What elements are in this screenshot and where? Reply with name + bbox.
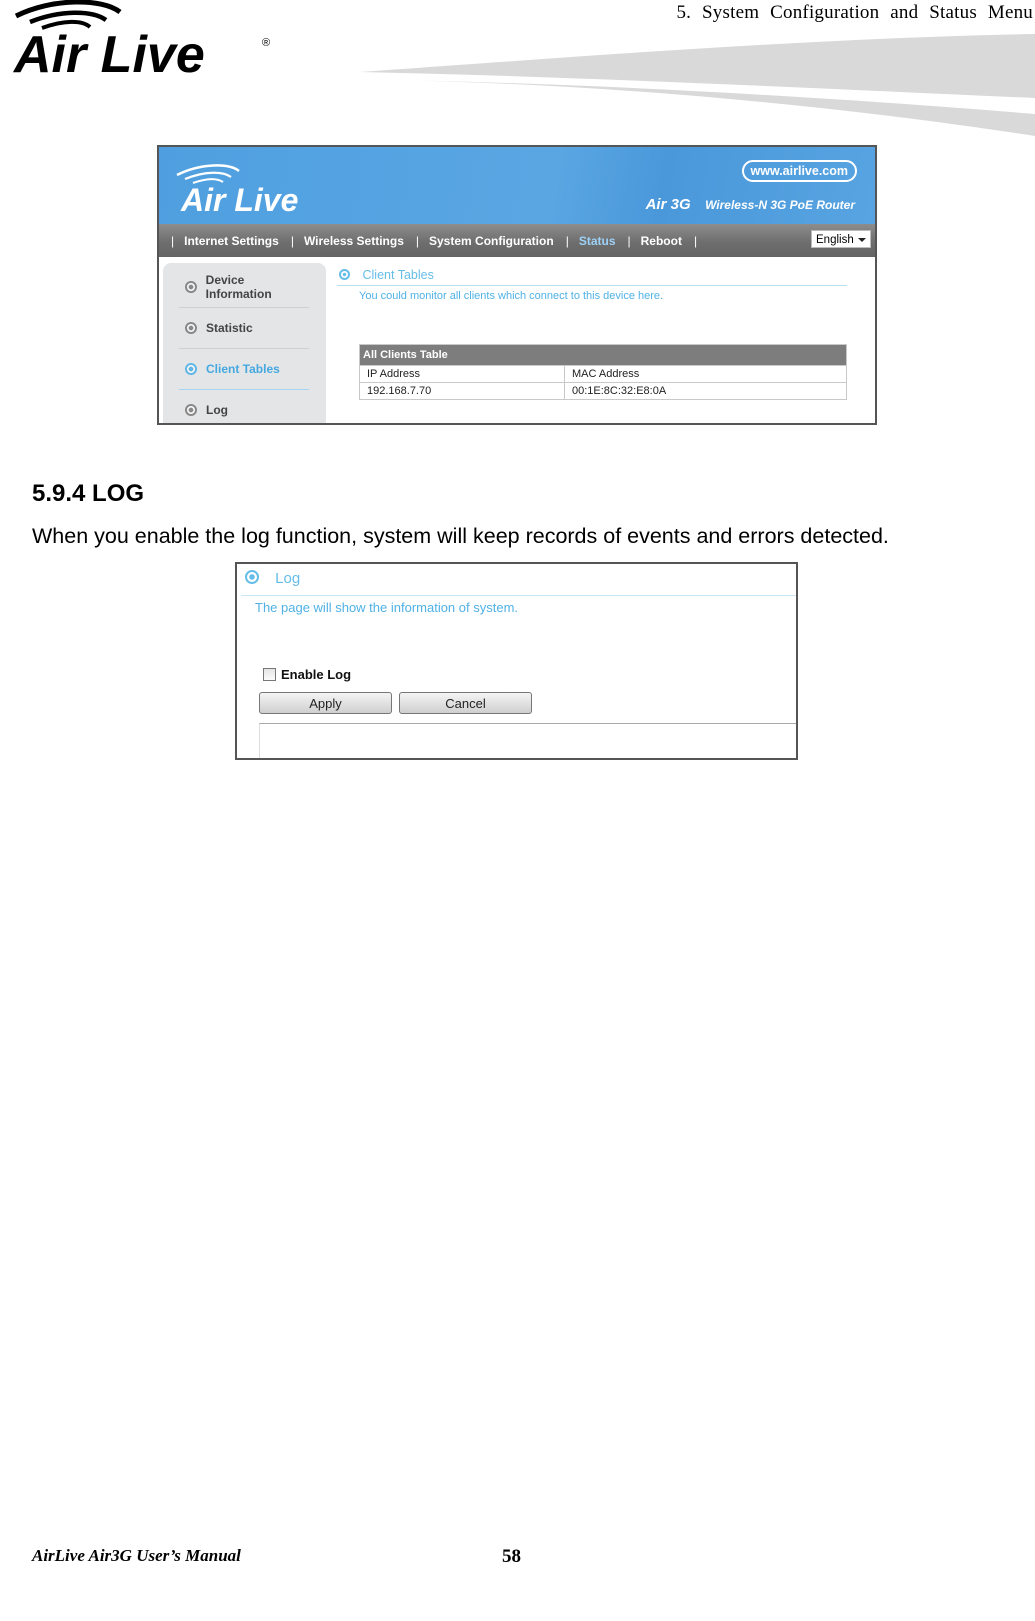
router-banner: Air Live www.airlive.com Air 3G Wireless…	[159, 147, 875, 224]
footer-manual-title: AirLive Air3G User’s Manual	[32, 1546, 241, 1565]
language-select[interactable]: English	[811, 230, 871, 248]
chevron-down-icon	[858, 238, 866, 242]
log-title: Log	[241, 567, 796, 596]
svg-text:®: ®	[262, 37, 270, 49]
model-name: Air 3G	[645, 196, 691, 213]
apply-button[interactable]: Apply	[259, 692, 392, 714]
log-output-area	[259, 723, 796, 758]
cell-mac-address: 00:1E:8C:32:E8:0A	[564, 382, 847, 400]
cell-ip-address: 192.168.7.70	[359, 382, 565, 400]
model-label: Air 3G Wireless-N 3G PoE Router	[646, 196, 855, 214]
sidebar-item-label: Log	[206, 403, 228, 417]
website-link[interactable]: www.airlive.com	[741, 160, 857, 182]
airlive-logo: Air Live ®	[12, 0, 282, 80]
router-logo-text: Air Live	[180, 182, 298, 215]
log-ui-screenshot: Log The page will show the information o…	[235, 562, 798, 760]
nav-separator: |	[171, 233, 175, 248]
router-logo-graphic: Air Live	[176, 164, 298, 218]
all-clients-table: All Clients Table IP Address MAC Address…	[359, 344, 847, 400]
sidebar-item-client-tables[interactable]: Client Tables	[179, 349, 309, 390]
enable-log-label: Enable Log	[281, 667, 352, 682]
enable-log-row: Enable Log	[263, 667, 351, 682]
content-description: You could monitor all clients which conn…	[359, 290, 664, 302]
enable-log-checkbox[interactable]	[263, 668, 276, 681]
column-header-mac: MAC Address	[564, 365, 847, 383]
target-ring-icon	[185, 281, 197, 293]
nav-separator: |	[693, 233, 698, 248]
column-header-ip: IP Address	[359, 365, 565, 383]
section-body: When you enable the log function, system…	[32, 524, 889, 548]
section-heading: 5.9.4 LOG	[32, 480, 145, 507]
sidebar-item-statistic[interactable]: Statistic	[179, 308, 309, 349]
sidebar-item-label: Device Information	[205, 273, 272, 301]
chapter-title: 5. System Configuration and Status Menu	[676, 2, 1033, 23]
content-title-text: Client Tables	[362, 268, 434, 282]
router-ui-screenshot: Air Live www.airlive.com Air 3G Wireless…	[157, 145, 877, 425]
router-sidebar: Device Information Statistic Client Tabl…	[163, 263, 326, 423]
target-ring-icon	[339, 269, 350, 280]
table-row: 192.168.7.70 00:1E:8C:32:E8:0A	[359, 382, 847, 400]
cancel-button[interactable]: Cancel	[399, 692, 532, 714]
header-swoosh-decoration	[360, 34, 1035, 136]
table-caption: All Clients Table	[359, 344, 847, 366]
nav-wireless-settings[interactable]: Wireless Settings	[304, 234, 404, 248]
model-description: Wireless-N 3G PoE Router	[705, 198, 855, 212]
sidebar-item-label: Client Tables	[206, 362, 280, 376]
nav-status[interactable]: Status	[579, 234, 616, 248]
table-header-row: IP Address MAC Address	[359, 365, 847, 383]
nav-separator: |	[415, 233, 419, 248]
nav-separator: |	[290, 233, 294, 248]
page-number: 58	[502, 1546, 521, 1567]
log-title-text: Log	[275, 570, 301, 587]
sidebar-item-device-information[interactable]: Device Information	[179, 267, 309, 308]
content-title: Client Tables	[337, 265, 847, 286]
target-ring-icon	[245, 570, 259, 584]
target-ring-icon	[185, 322, 197, 334]
target-ring-icon	[185, 363, 197, 375]
router-top-nav: | Internet Settings | Wireless Settings …	[159, 224, 875, 257]
nav-system-configuration[interactable]: System Configuration	[429, 234, 554, 248]
router-logo: Air Live	[173, 163, 343, 220]
nav-reboot[interactable]: Reboot	[641, 234, 682, 248]
target-ring-icon	[185, 404, 197, 416]
sidebar-item-label: Statistic	[206, 321, 253, 335]
router-content: Client Tables You could monitor all clie…	[337, 265, 847, 400]
sidebar-item-log[interactable]: Log	[179, 390, 309, 423]
language-value: English	[816, 234, 854, 246]
nav-separator: |	[627, 233, 631, 248]
nav-separator: |	[565, 233, 569, 248]
logo-text: Air Live	[12, 26, 205, 80]
airlive-logo-graphic: Air Live ®	[12, 0, 270, 80]
log-description: The page will show the information of sy…	[255, 600, 519, 615]
nav-internet-settings[interactable]: Internet Settings	[184, 234, 279, 248]
